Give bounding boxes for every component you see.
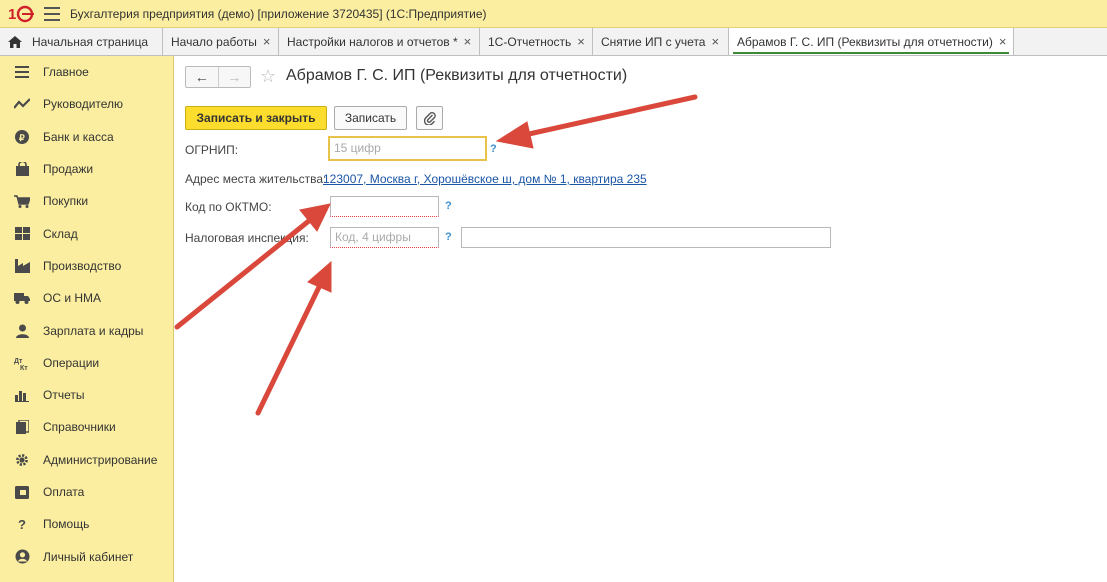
- app-title: Бухгалтерия предприятия (демо) [приложен…: [70, 6, 487, 21]
- tab-deregistration[interactable]: Снятие ИП с учета ×: [593, 28, 729, 55]
- wallet-icon: [14, 484, 30, 500]
- sidebar-item-label: ОС и НМА: [43, 291, 102, 306]
- sidebar-item-manager[interactable]: Руководителю: [0, 88, 173, 120]
- close-icon[interactable]: ×: [999, 34, 1007, 49]
- grid-icon: [14, 226, 30, 242]
- debit-credit-icon: Дт Кт: [14, 355, 30, 371]
- sidebar-item-label: Операции: [43, 355, 100, 370]
- ogrnip-input[interactable]: 15 цифр: [328, 136, 487, 161]
- sidebar-item-label: Покупки: [43, 194, 89, 209]
- title-bar: 1 Бухгалтерия предприятия (демо) [прилож…: [0, 0, 1107, 28]
- forward-button[interactable]: →: [217, 67, 251, 87]
- address-link[interactable]: 123007, Москва г, Хорошёвское ш, дом № 1…: [323, 172, 647, 186]
- tax-office-help-icon[interactable]: ?: [445, 231, 452, 243]
- tax-office-name-input[interactable]: [461, 227, 831, 248]
- sidebar-item-purchases[interactable]: Покупки: [0, 185, 173, 217]
- factory-icon: [14, 258, 30, 274]
- close-icon[interactable]: ×: [577, 34, 585, 49]
- sidebar-item-label: Главное: [43, 65, 89, 80]
- page-title: Абрамов Г. С. ИП (Реквизиты для отчетнос…: [286, 67, 628, 84]
- ogrnip-label: ОГРНИП:: [185, 143, 239, 157]
- ogrnip-help-icon[interactable]: ?: [490, 143, 497, 155]
- back-button[interactable]: ←: [186, 67, 218, 87]
- chart-line-icon: [14, 96, 30, 112]
- sidebar-item-warehouse[interactable]: Склад: [0, 217, 173, 249]
- close-icon[interactable]: ×: [263, 34, 271, 49]
- sidebar-item-account[interactable]: Личный кабинет: [0, 540, 173, 572]
- oktmo-label: Код по ОКТМО:: [185, 200, 272, 214]
- sidebar-item-label: Склад: [43, 226, 78, 241]
- sidebar-item-administration[interactable]: Администрирование: [0, 444, 173, 476]
- person-icon: [14, 323, 30, 339]
- paperclip-icon: [423, 112, 436, 125]
- oktmo-input[interactable]: [330, 196, 439, 217]
- sidebar-item-payment[interactable]: Оплата: [0, 476, 173, 508]
- books-icon: [14, 419, 30, 435]
- sidebar-item-label: Отчеты: [43, 388, 85, 403]
- tab-home[interactable]: Начальная страница: [0, 28, 163, 55]
- sidebar-item-operations[interactable]: Дт Кт Операции: [0, 347, 173, 379]
- tab-label: Абрамов Г. С. ИП (Реквизиты для отчетнос…: [737, 34, 993, 49]
- home-icon: [8, 35, 22, 48]
- oktmo-help-icon[interactable]: ?: [445, 200, 452, 212]
- svg-text:1: 1: [8, 6, 16, 23]
- truck-icon: [14, 290, 30, 306]
- main-menu-icon[interactable]: [44, 6, 60, 21]
- svg-text:₽: ₽: [19, 133, 25, 143]
- sidebar: Главное Руководителю ₽ Банк и касса Прод…: [0, 56, 174, 582]
- sidebar-item-production[interactable]: Производство: [0, 250, 173, 282]
- tab-label: Снятие ИП с учета: [601, 34, 706, 49]
- sidebar-item-sales[interactable]: Продажи: [0, 153, 173, 185]
- sidebar-item-fixed-assets[interactable]: ОС и НМА: [0, 282, 173, 314]
- sidebar-item-label: Банк и касса: [43, 129, 114, 144]
- bag-icon: [14, 161, 30, 177]
- tab-label: Настройки налогов и отчетов *: [287, 34, 458, 49]
- tab-requisites[interactable]: Абрамов Г. С. ИП (Реквизиты для отчетнос…: [729, 28, 1014, 55]
- tab-tax-settings[interactable]: Настройки налогов и отчетов * ×: [279, 28, 480, 55]
- form-content: ← → ☆ Абрамов Г. С. ИП (Реквизиты для от…: [175, 57, 1107, 582]
- sidebar-item-label: Зарплата и кадры: [43, 323, 144, 338]
- history-nav: ← →: [185, 66, 251, 88]
- sidebar-item-directories[interactable]: Справочники: [0, 411, 173, 443]
- sidebar-item-label: Продажи: [43, 162, 94, 177]
- sidebar-item-help[interactable]: ? Помощь: [0, 508, 173, 540]
- favorite-star-icon[interactable]: ☆: [260, 66, 276, 87]
- sidebar-item-label: Производство: [43, 258, 122, 273]
- close-icon[interactable]: ×: [711, 34, 719, 49]
- sidebar-item-label: Помощь: [43, 517, 90, 532]
- tax-office-label: Налоговая инспекция:: [185, 231, 309, 245]
- tab-1c-reporting[interactable]: 1С-Отчетность ×: [480, 28, 593, 55]
- bar-chart-icon: [14, 387, 30, 403]
- sidebar-item-main[interactable]: Главное: [0, 56, 173, 88]
- gear-icon: [14, 452, 30, 468]
- save-button[interactable]: Записать: [334, 106, 407, 130]
- sidebar-item-label: Оплата: [43, 485, 85, 499]
- account-icon: [14, 549, 30, 565]
- question-icon: ?: [18, 516, 26, 532]
- tab-getting-started[interactable]: Начало работы ×: [163, 28, 279, 55]
- save-and-close-button[interactable]: Записать и закрыть: [185, 106, 327, 130]
- menu-icon: [14, 64, 30, 80]
- cart-icon: [14, 193, 30, 209]
- sidebar-item-payroll[interactable]: Зарплата и кадры: [0, 314, 173, 346]
- tab-label: Начало работы: [171, 34, 257, 49]
- tab-label: 1С-Отчетность: [488, 34, 572, 49]
- coin-icon: ₽: [14, 129, 30, 145]
- tabs-bar: Начальная страница Начало работы × Настр…: [0, 28, 1107, 56]
- sidebar-item-label: Администрирование: [43, 452, 158, 467]
- svg-text:Дт: Дт: [14, 358, 23, 365]
- sidebar-item-label: Справочники: [43, 420, 116, 435]
- 1c-logo-icon[interactable]: 1: [8, 4, 36, 24]
- svg-text:Кт: Кт: [20, 365, 28, 370]
- address-label: Адрес места жительства:: [185, 172, 327, 186]
- sidebar-item-bank[interactable]: ₽ Банк и касса: [0, 121, 173, 153]
- sidebar-item-label: Личный кабинет: [43, 549, 134, 564]
- close-icon[interactable]: ×: [464, 34, 472, 49]
- sidebar-item-reports[interactable]: Отчеты: [0, 379, 173, 411]
- tab-label: Начальная страница: [32, 34, 149, 49]
- sidebar-item-label: Руководителю: [43, 97, 124, 112]
- tax-office-code-input[interactable]: Код, 4 цифры: [330, 227, 439, 248]
- attach-button[interactable]: [416, 106, 443, 130]
